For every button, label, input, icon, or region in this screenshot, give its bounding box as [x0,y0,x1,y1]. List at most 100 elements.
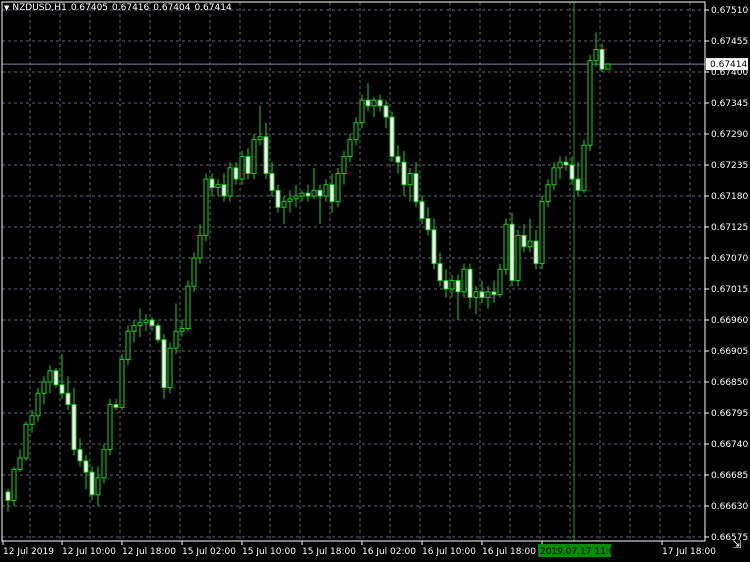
candle-body [275,189,281,208]
candle-body [395,156,401,163]
candle-body [371,99,377,107]
candle-body [389,116,395,158]
candle-body [557,161,563,169]
candle-body [425,218,431,231]
candle-body [59,384,65,394]
candle-body [587,60,593,146]
candle-body [83,460,89,473]
candle-body [215,184,221,189]
candle-body [455,280,461,293]
candle-body [569,164,575,180]
time-label: 15 Jul 10:00 [242,547,296,557]
candle-body [263,136,269,174]
candle-body [119,358,125,408]
candle-body [161,339,167,389]
candle-body [305,192,311,197]
candle-body [257,136,263,141]
price-label: 0.67015 [711,285,748,295]
time-label: 16 Jul 18:00 [482,547,536,557]
price-label: 0.67345 [711,99,748,109]
candle-body [29,415,35,425]
candle-body [143,319,149,324]
candle-body [413,172,419,203]
candle-body [329,184,335,203]
candle-body [365,99,371,107]
price-label: 0.66740 [711,440,748,450]
candle-body [41,381,47,394]
candle-body [149,319,155,327]
price-axis-labels: 0.675100.674550.674000.673450.672900.672… [705,6,748,543]
candle-body [299,192,305,197]
chart-window[interactable]: 0.67510 0.67455 0.67400 0.67345 0.67290 0.672… [0,0,750,562]
candle-body [545,184,551,203]
chart-canvas[interactable]: 0.675100.674550.674000.673450.672900.672… [0,0,750,562]
candle-body [431,229,437,265]
candle-body [467,268,473,298]
candle-body [575,178,581,191]
candle-body [539,201,545,265]
low-value: 0.67404 [153,3,191,13]
price-label: 0.66960 [711,316,748,326]
candle-body [77,449,83,462]
open-value: 0.67405 [70,3,109,13]
candle-body [443,280,449,290]
price-label: 0.66630 [711,502,748,512]
candle-body [335,172,341,203]
candle-body [437,263,443,282]
candle-body [281,201,287,208]
candle-body [17,457,23,470]
candle-body [605,63,611,70]
candle-body [107,404,113,451]
candle-body [341,156,347,174]
time-label: 12 Jul 2019 [3,547,54,557]
candle-body [269,172,275,191]
candle-body [551,167,557,186]
candle-body [173,330,179,349]
candle-body [251,139,257,174]
candle-body [53,370,59,386]
candle-body [593,48,599,62]
candle-body [23,423,29,459]
candle-body [209,178,215,189]
close-value: 0.67414 [194,3,232,13]
time-label: 12 Jul 18:00 [122,547,176,557]
scroll-end-arrow-icon[interactable]: ⇲ [728,536,746,552]
candle-body [95,477,101,496]
candle-body [497,268,503,296]
candle-body [233,167,239,180]
price-label: 0.67070 [711,254,748,264]
candle-body [311,189,317,197]
candle-body [35,392,41,417]
candle-body [449,280,455,290]
candle-body [65,392,71,406]
candle-body [515,234,521,282]
price-label: 0.67290 [711,130,748,140]
candle-body [503,223,509,270]
candle-body [533,240,539,265]
symbol-label: NZDUSD,H1 [12,3,67,13]
time-label: 16 Jul 10:00 [422,547,476,557]
candle-body [383,105,389,118]
time-label: 16 Jul 02:00 [362,547,416,557]
candle-body [509,223,515,282]
candle-body [377,99,383,107]
price-label: 0.66905 [711,347,748,357]
candle-body [419,201,425,220]
candle-body [137,322,143,327]
candle-body [323,184,329,197]
candle-body [191,257,197,287]
candle-body [113,404,119,408]
candle-body [125,330,131,360]
candle-body [179,327,185,332]
candle-body [599,48,605,70]
price-label: 0.66795 [711,409,748,419]
candle-body [5,491,11,501]
triangle-down-icon[interactable]: ▼ [4,3,9,14]
grid [2,2,705,541]
current-price-label: 0.67414 [710,60,747,70]
candle-body [239,156,245,180]
price-label: 0.67455 [711,37,748,47]
candle-body [407,172,413,186]
price-label: 0.67235 [711,161,748,171]
candle-body [485,291,491,298]
